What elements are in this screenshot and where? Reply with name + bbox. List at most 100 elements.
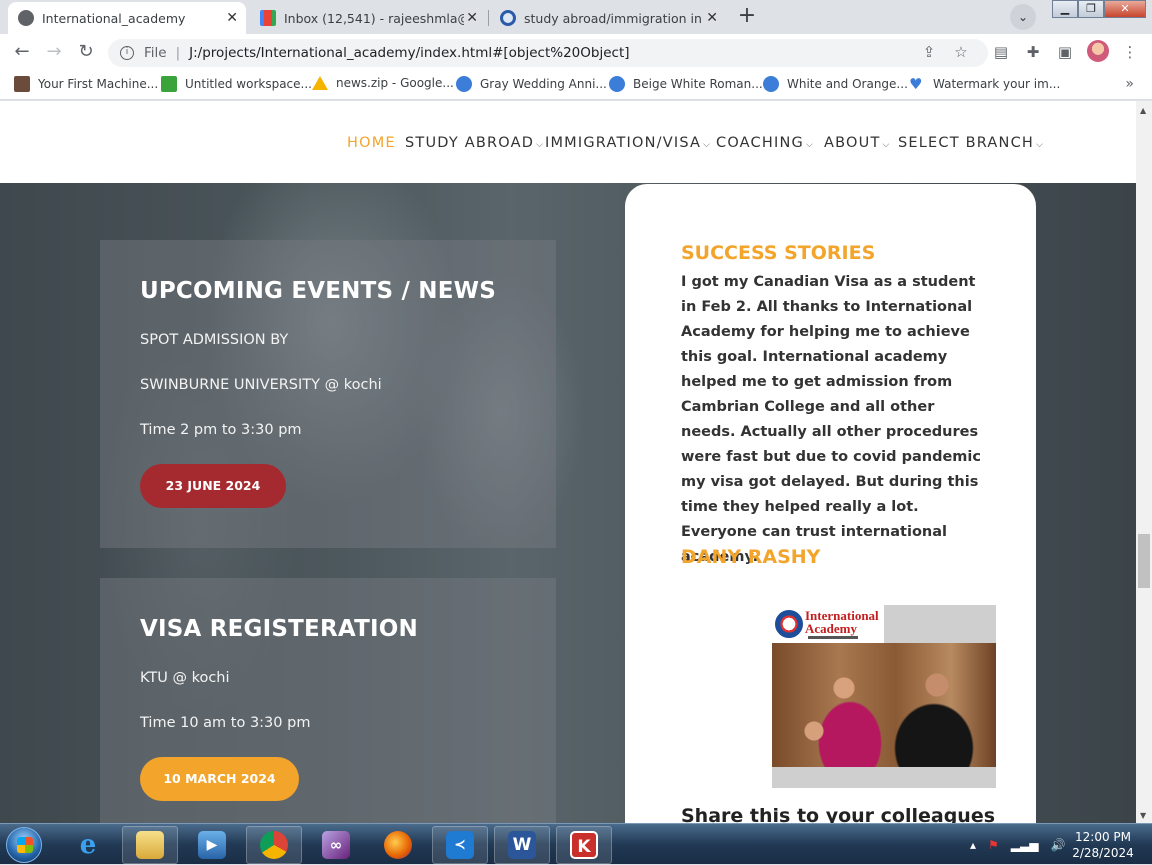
new-tab-button[interactable]: +	[733, 4, 761, 30]
bookmark-star-icon[interactable]: ☆	[950, 42, 972, 62]
logo-subline	[808, 636, 858, 639]
scroll-up-icon[interactable]: ▲	[1140, 106, 1146, 115]
profile-avatar[interactable]	[1087, 40, 1109, 62]
scroll-down-icon[interactable]: ▼	[1140, 811, 1146, 820]
testimonial-photo: International Academy	[772, 605, 996, 788]
student-family-photo	[772, 643, 996, 767]
firefox-icon[interactable]	[370, 826, 426, 864]
tab-search-button[interactable]: ⌄	[1010, 4, 1036, 30]
reload-icon[interactable]: ↻	[74, 41, 98, 63]
person-icon	[14, 76, 30, 92]
event-line: SPOT ADMISSION BY	[140, 332, 289, 348]
menu-kebab-icon[interactable]: ⋮	[1119, 42, 1141, 62]
tab-international-academy[interactable]: International_academy ✕	[8, 2, 246, 34]
forward-icon[interactable]: →	[42, 41, 66, 63]
close-tab-icon[interactable]: ✕	[706, 10, 718, 26]
bookmark-label: Gray Wedding Anni...	[480, 77, 607, 91]
page-scrollbar[interactable]: ▲ ▼	[1136, 101, 1152, 823]
bookmark-label: Your First Machine...	[38, 77, 159, 91]
volume-icon[interactable]: 🔊	[1050, 838, 1065, 852]
menu-label: HOME	[347, 135, 396, 151]
menu-home[interactable]: HOME	[347, 135, 396, 151]
bookmark-item[interactable]: Untitled workspace...	[161, 76, 312, 92]
menu-select-branch[interactable]: SELECT BRANCH ⌵	[898, 135, 1044, 151]
internet-explorer-icon[interactable]: e	[60, 826, 116, 864]
event-date-button[interactable]: 10 MARCH 2024	[140, 757, 299, 801]
bookmark-label: Beige White Roman...	[633, 77, 763, 91]
menu-study-abroad[interactable]: STUDY ABROAD ⌵	[405, 135, 544, 151]
chevron-down-icon: ⌄	[1017, 10, 1029, 24]
bookmark-item[interactable]: Beige White Roman...	[609, 76, 763, 92]
file-explorer-icon[interactable]	[122, 826, 178, 864]
event-title: VISA REGISTERATION	[140, 616, 418, 642]
menu-about[interactable]: ABOUT ⌵	[824, 135, 891, 151]
system-tray: ▴ ⚑ ▂▃▅ 🔊	[970, 824, 1065, 865]
side-panel-icon[interactable]: ▣	[1054, 42, 1076, 62]
action-center-flag-icon[interactable]: ⚑	[988, 838, 999, 852]
globe-icon	[18, 10, 34, 26]
bookmark-item[interactable]: Your First Machine...	[14, 76, 158, 92]
ie-glyph: e	[79, 830, 97, 860]
back-icon[interactable]: ←	[10, 41, 34, 63]
close-tab-icon[interactable]: ✕	[226, 10, 238, 26]
event-line: Time 10 am to 3:30 pm	[140, 715, 311, 731]
minimize-button[interactable]: ▁	[1052, 0, 1078, 18]
success-stories-title: SUCCESS STORIES	[681, 242, 876, 264]
event-line: Time 2 pm to 3:30 pm	[140, 422, 302, 438]
event-card-visa: VISA REGISTERATION KTU @ kochi Time 10 a…	[100, 578, 556, 823]
show-hidden-icons-icon[interactable]: ▴	[970, 838, 976, 852]
bookmark-item[interactable]: White and Orange...	[763, 76, 908, 92]
testimonial-author: DANY RASHY	[681, 546, 821, 568]
start-button[interactable]	[6, 827, 42, 863]
event-date-button[interactable]: 23 JUNE 2024	[140, 464, 286, 508]
chevron-down-icon: ⌵	[703, 140, 712, 150]
visual-studio-icon[interactable]: ∞	[308, 826, 364, 864]
url-text[interactable]: J:/projects/International_academy/index.…	[189, 45, 629, 61]
chevron-down-icon: ⌵	[1036, 140, 1045, 150]
system-clock[interactable]: 12:00 PM 2/28/2024	[1068, 829, 1138, 861]
bookmark-item[interactable]: news.zip - Google...	[312, 76, 454, 90]
maximize-button[interactable]: ❐	[1078, 0, 1104, 18]
extensions-icon[interactable]: ✚	[1022, 42, 1044, 62]
scheme-label: File	[144, 45, 167, 61]
bookmarks-overflow-button[interactable]: »	[1125, 76, 1134, 92]
chrome-icon[interactable]	[246, 826, 302, 864]
word-icon[interactable]: W	[494, 826, 550, 864]
play-glyph: ▶	[198, 831, 226, 859]
info-icon[interactable]: i	[120, 46, 134, 60]
vscode-icon[interactable]: ≺	[432, 826, 488, 864]
browser-toolbar: ← → ↻ i File | J:/projects/International…	[0, 34, 1152, 70]
bookmark-item[interactable]: Gray Wedding Anni...	[456, 76, 607, 92]
chevron-down-icon: ⌵	[805, 140, 814, 150]
bookmark-item[interactable]: ♥ Watermark your im...	[909, 76, 1060, 92]
clock-date: 2/28/2024	[1072, 846, 1134, 860]
network-signal-icon[interactable]: ▂▃▅	[1011, 838, 1039, 852]
canva-icon	[609, 76, 625, 92]
chevron-down-icon: ⌵	[536, 140, 545, 150]
share-icon[interactable]: ⇪	[918, 42, 940, 62]
menu-label: ABOUT	[824, 135, 881, 151]
address-bar[interactable]: i File | J:/projects/International_acade…	[108, 39, 988, 67]
reading-list-icon[interactable]: ▤	[990, 42, 1012, 62]
vscode-glyph: ≺	[446, 831, 474, 859]
tab-study-abroad[interactable]: study abroad/immigration in kerala ✕	[490, 2, 726, 34]
window-controls: ▁ ❐ ✕	[1052, 0, 1146, 18]
divider: |	[175, 45, 181, 61]
snagit-icon[interactable]: K	[556, 826, 612, 864]
bookmark-label: Untitled workspace...	[185, 77, 312, 91]
chrome-glyph	[260, 831, 288, 859]
close-window-button[interactable]: ✕	[1104, 0, 1146, 18]
green-square-icon	[161, 76, 177, 92]
drive-icon	[312, 76, 328, 90]
bookmarks-bar: Your First Machine... Untitled workspace…	[0, 70, 1152, 100]
close-tab-icon[interactable]: ✕	[466, 10, 478, 26]
tab-gmail-inbox[interactable]: Inbox (12,541) - rajeeshmla@gmail.com ✕	[250, 2, 486, 34]
menu-label: STUDY ABROAD	[405, 135, 535, 151]
menu-immigration-visa[interactable]: IMMIGRATION/VISA ⌵	[545, 135, 711, 151]
bookmark-label: Watermark your im...	[933, 77, 1061, 91]
media-player-icon[interactable]: ▶	[184, 826, 240, 864]
menu-coaching[interactable]: COACHING ⌵	[716, 135, 814, 151]
chevron-down-icon: ⌵	[882, 140, 891, 150]
scrollbar-thumb[interactable]	[1138, 534, 1150, 588]
testimonial-text: I got my Canadian Visa as a student in F…	[681, 274, 981, 565]
